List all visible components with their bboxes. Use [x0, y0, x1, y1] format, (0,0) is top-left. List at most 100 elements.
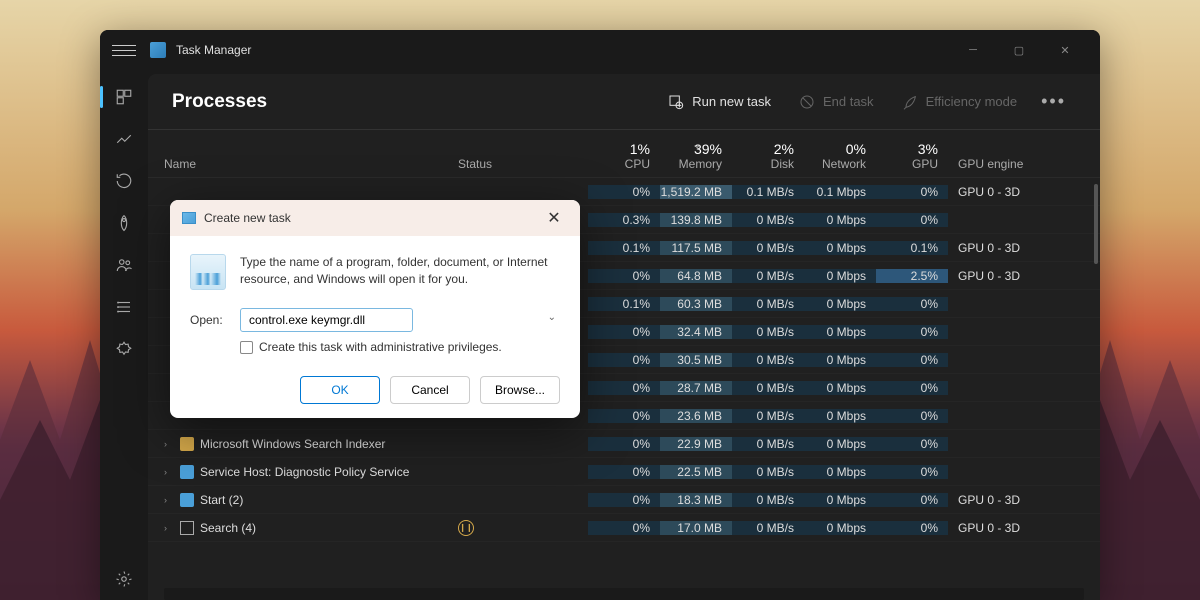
cpu-cell: 0%: [588, 521, 660, 535]
mem-cell: 1,519.2 MB: [660, 185, 732, 199]
titlebar[interactable]: Task Manager ─ ▢ ✕: [100, 30, 1100, 70]
net-cell: 0 Mbps: [804, 409, 876, 423]
run-new-task-button[interactable]: Run new task: [654, 88, 785, 116]
table-row[interactable]: ›Microsoft Windows Search Indexer0%22.9 …: [148, 430, 1100, 458]
dialog-description: Type the name of a program, folder, docu…: [240, 254, 560, 290]
cpu-cell: 0%: [588, 409, 660, 423]
efficiency-mode-button[interactable]: Efficiency mode: [888, 88, 1032, 116]
expand-arrow-icon[interactable]: ›: [164, 495, 174, 505]
cpu-cell: 0%: [588, 325, 660, 339]
page-title: Processes: [172, 91, 654, 113]
col-disk[interactable]: 2%Disk: [732, 141, 804, 171]
toolbar: Processes Run new task End task Efficien…: [148, 74, 1100, 130]
col-gpu-engine[interactable]: GPU engine: [948, 157, 1048, 171]
process-name: Start (2): [200, 493, 243, 507]
gpu-cell: 0%: [876, 409, 948, 423]
admin-checkbox[interactable]: [240, 341, 253, 354]
hamburger-menu-icon[interactable]: [112, 38, 136, 62]
mem-cell: 22.9 MB: [660, 437, 732, 451]
dialog-titlebar[interactable]: Create new task ✕: [170, 200, 580, 236]
gpu-cell: 0%: [876, 297, 948, 311]
gpu-cell: 0.1%: [876, 241, 948, 255]
gpu-cell: 2.5%: [876, 269, 948, 283]
admin-checkbox-label: Create this task with administrative pri…: [259, 340, 502, 354]
horizontal-scrollbar[interactable]: [164, 588, 1084, 600]
minimize-button[interactable]: ─: [950, 34, 996, 66]
col-cpu[interactable]: 1%CPU: [588, 141, 660, 171]
app-title: Task Manager: [176, 43, 950, 57]
sidebar-services-icon[interactable]: [100, 328, 148, 370]
end-task-button[interactable]: End task: [785, 88, 888, 116]
col-memory[interactable]: 39%Memory: [660, 141, 732, 171]
sidebar-details-icon[interactable]: [100, 286, 148, 328]
sidebar-settings-icon[interactable]: [100, 558, 148, 600]
gpu-engine-cell: GPU 0 - 3D: [948, 269, 1048, 283]
mem-cell: 60.3 MB: [660, 297, 732, 311]
net-cell: 0.1 Mbps: [804, 185, 876, 199]
gpu-cell: 0%: [876, 381, 948, 395]
sidebar-history-icon[interactable]: [100, 160, 148, 202]
disk-cell: 0 MB/s: [732, 325, 804, 339]
net-cell: 0 Mbps: [804, 521, 876, 535]
net-cell: 0 Mbps: [804, 353, 876, 367]
disk-cell: 0 MB/s: [732, 353, 804, 367]
dialog-close-button[interactable]: ✕: [540, 204, 568, 232]
cpu-cell: 0%: [588, 381, 660, 395]
gpu-engine-cell: GPU 0 - 3D: [948, 185, 1048, 199]
gpu-cell: 0%: [876, 437, 948, 451]
dialog-app-icon: [182, 212, 196, 224]
table-row[interactable]: ›Start (2)0%18.3 MB0 MB/s0 Mbps0%GPU 0 -…: [148, 486, 1100, 514]
mem-cell: 18.3 MB: [660, 493, 732, 507]
process-icon: [180, 437, 194, 451]
chevron-down-icon[interactable]: ⌄: [548, 312, 556, 323]
ok-button[interactable]: OK: [300, 376, 380, 404]
disk-cell: 0 MB/s: [732, 297, 804, 311]
col-network[interactable]: 0%Network: [804, 141, 876, 171]
scrollbar-thumb[interactable]: [1094, 184, 1098, 264]
gpu-cell: 0%: [876, 521, 948, 535]
table-row[interactable]: ›Service Host: Diagnostic Policy Service…: [148, 458, 1100, 486]
maximize-button[interactable]: ▢: [996, 34, 1042, 66]
disk-cell: 0 MB/s: [732, 493, 804, 507]
run-task-icon: [668, 94, 684, 110]
col-name[interactable]: Name: [148, 157, 458, 171]
mem-cell: 22.5 MB: [660, 465, 732, 479]
sidebar-startup-icon[interactable]: [100, 202, 148, 244]
net-cell: 0 Mbps: [804, 213, 876, 227]
mem-cell: 17.0 MB: [660, 521, 732, 535]
more-options-button[interactable]: •••: [1031, 91, 1076, 112]
disk-cell: 0 MB/s: [732, 213, 804, 227]
mem-cell: 28.7 MB: [660, 381, 732, 395]
mem-cell: 64.8 MB: [660, 269, 732, 283]
cpu-cell: 0%: [588, 185, 660, 199]
cancel-button[interactable]: Cancel: [390, 376, 470, 404]
gpu-engine-cell: GPU 0 - 3D: [948, 493, 1048, 507]
app-icon: [150, 42, 166, 58]
mem-cell: 23.6 MB: [660, 409, 732, 423]
table-header: Name Status 1%CPU 39%Memory 2%Disk 0%Net…: [148, 130, 1100, 178]
pause-icon: ❙❙: [458, 520, 474, 536]
sidebar-performance-icon[interactable]: [100, 118, 148, 160]
status-cell: ❙❙: [458, 520, 588, 536]
mem-cell: 117.5 MB: [660, 241, 732, 255]
disk-cell: 0 MB/s: [732, 465, 804, 479]
disk-cell: 0 MB/s: [732, 381, 804, 395]
expand-arrow-icon[interactable]: ›: [164, 467, 174, 477]
sidebar-users-icon[interactable]: [100, 244, 148, 286]
expand-arrow-icon[interactable]: ›: [164, 439, 174, 449]
close-button[interactable]: ✕: [1042, 34, 1088, 66]
process-icon: [180, 465, 194, 479]
browse-button[interactable]: Browse...: [480, 376, 560, 404]
create-new-task-dialog: Create new task ✕ Type the name of a pro…: [170, 200, 580, 418]
col-gpu[interactable]: 3%GPU: [876, 141, 948, 171]
table-row[interactable]: ›Search (4)❙❙0%17.0 MB0 MB/s0 Mbps0%GPU …: [148, 514, 1100, 542]
expand-arrow-icon[interactable]: ›: [164, 523, 174, 533]
disk-cell: 0 MB/s: [732, 241, 804, 255]
net-cell: 0 Mbps: [804, 297, 876, 311]
mem-cell: 30.5 MB: [660, 353, 732, 367]
sidebar-processes-icon[interactable]: [100, 76, 148, 118]
open-label: Open:: [190, 313, 228, 327]
gpu-cell: 0%: [876, 185, 948, 199]
col-status[interactable]: Status: [458, 157, 588, 171]
open-input[interactable]: [240, 308, 413, 332]
